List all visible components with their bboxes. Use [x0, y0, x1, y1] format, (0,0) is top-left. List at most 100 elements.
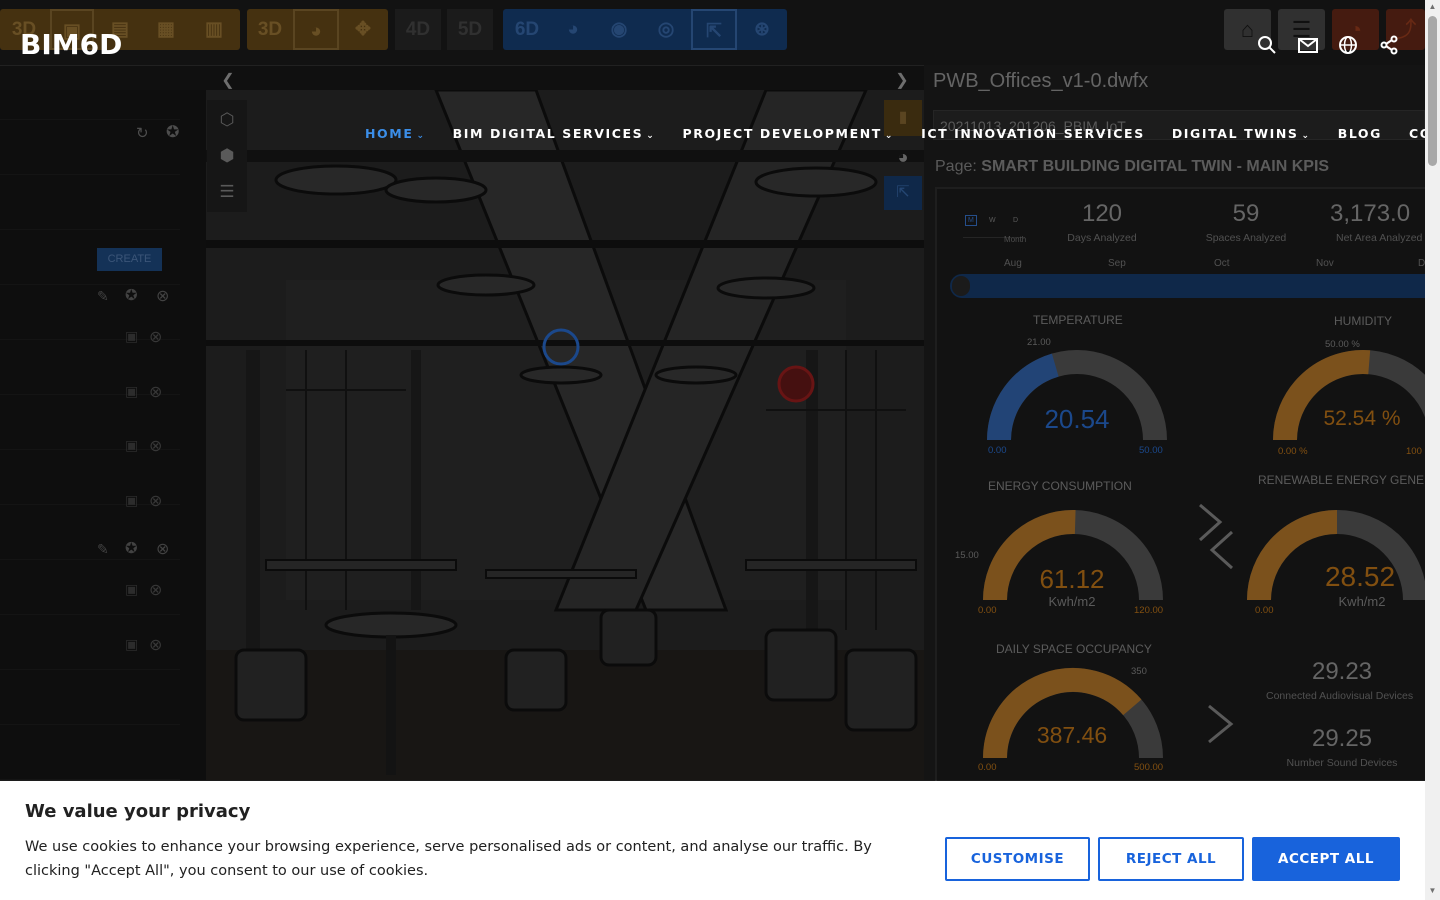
remove-icon[interactable]: ⊗ — [149, 580, 162, 600]
toolbar-sensor-icon[interactable]: ⊛ — [739, 9, 785, 50]
page-name: SMART BUILDING DIGITAL TWIN - MAIN KPIS — [981, 158, 1330, 175]
nav-home[interactable]: HOME ⌄ — [365, 126, 426, 141]
page-prefix: Page: — [935, 158, 977, 175]
toolbar-5d-button[interactable]: 5D — [447, 9, 493, 50]
humidity-max: 100 — [1406, 446, 1422, 457]
pie-chart-icon[interactable]: ◕ — [884, 140, 922, 174]
remove-icon[interactable]: ⊗ — [149, 635, 162, 655]
month-label: Nov — [1316, 258, 1334, 269]
cookie-title: We value your privacy — [25, 801, 251, 822]
energy-max: 120.00 — [1134, 605, 1164, 616]
mail-icon[interactable] — [1298, 35, 1318, 55]
globe-icon[interactable] — [1338, 35, 1358, 55]
cubes-icon[interactable]: ⬢ — [215, 144, 239, 168]
period-m[interactable]: M — [965, 215, 977, 226]
save-icon[interactable]: ▣ — [125, 437, 138, 454]
scroll-up-icon[interactable]: ▲ — [1428, 2, 1437, 11]
cube-icon[interactable]: ⬡ — [215, 108, 239, 132]
gauges-layer — [983, 350, 1425, 759]
page-scrollbar[interactable]: ▲ ▼ — [1425, 0, 1440, 900]
toolbar-move-icon[interactable]: ✥ — [341, 9, 385, 50]
collapse-left-icon[interactable]: ❮ — [217, 70, 239, 92]
gauge-title-occupancy: DAILY SPACE OCCUPANCY — [996, 642, 1152, 656]
occupancy-marker: 350 — [1131, 666, 1147, 677]
remove-icon[interactable]: ⊗ — [149, 436, 162, 456]
remove-icon[interactable]: ⊗ — [149, 491, 162, 511]
remove-icon[interactable]: ⊗ — [156, 539, 169, 559]
save-icon[interactable]: ▣ — [125, 383, 138, 400]
toolbar-chart-icon[interactable]: ◕ — [551, 9, 595, 50]
save-icon[interactable]: ▣ — [125, 581, 138, 598]
list-icon[interactable]: ☰ — [215, 180, 239, 204]
chevron-right-icon — [1208, 704, 1234, 744]
nav-project-development[interactable]: PROJECT DEVELOPMENT ⌄ — [682, 126, 894, 141]
gauge-title-humidity: HUMIDITY — [1334, 314, 1392, 328]
save-icon[interactable]: ▣ — [125, 328, 138, 345]
toolbar-eye-icon[interactable]: ◎ — [643, 9, 689, 50]
viewport-tools: ⬡ ⬢ ☰ — [207, 100, 247, 212]
toolbar-6d-button[interactable]: 6D — [505, 9, 549, 50]
nav-label: DIGITAL TWINS — [1171, 126, 1299, 141]
external-link-button[interactable]: ⇱ — [884, 176, 922, 210]
customise-button[interactable]: CUSTOMISE — [945, 837, 1090, 881]
toolbar-pie-icon[interactable]: ◕ — [293, 9, 339, 50]
audiovisual-devices-value: 29.23 — [1311, 658, 1373, 685]
toolbar-target-icon[interactable]: ◉ — [597, 9, 641, 50]
humidity-value: 52.54 % — [1323, 407, 1401, 430]
period-w[interactable]: W — [989, 217, 996, 224]
gauge-title-temperature: TEMPERATURE — [1033, 313, 1123, 327]
nav-bim-digital-services[interactable]: BIM DIGITAL SERVICES ⌄ — [453, 126, 656, 141]
remove-icon[interactable]: ⊗ — [149, 382, 162, 402]
edit-icon[interactable]: ✎ — [97, 288, 109, 305]
main-nav: HOME ⌄ BIM DIGITAL SERVICES ⌄ PROJECT DEVE… — [365, 126, 1440, 141]
nav-blog[interactable]: BLOG — [1338, 126, 1382, 141]
kpi-days-value: 120 — [1081, 200, 1123, 227]
kpi-days-label: Days Analyzed — [1067, 232, 1137, 244]
create-button[interactable]: CREATE — [97, 248, 162, 271]
left-panel-grid — [0, 90, 180, 780]
temperature-max: 50.00 — [1139, 445, 1163, 456]
temperature-marker: 21.00 — [1027, 337, 1051, 348]
site-logo[interactable]: BIM6D — [20, 28, 122, 61]
chevron-down-icon: ⌄ — [646, 131, 656, 141]
scrollbar-thumb[interactable] — [1428, 16, 1437, 166]
reject-all-button[interactable]: REJECT ALL — [1098, 837, 1244, 881]
month-label: Oct — [1214, 258, 1230, 269]
search-icon[interactable] — [1257, 35, 1277, 55]
toolbar-group-4: 6D ◕ ◉ ◎ ⇱ ⊛ — [503, 9, 787, 50]
accept-all-button[interactable]: ACCEPT ALL — [1252, 837, 1400, 881]
save-icon[interactable]: ▣ — [125, 492, 138, 509]
save-icon[interactable]: ▣ — [125, 636, 138, 653]
nav-label: PROJECT DEVELOPMENT — [682, 126, 882, 141]
occupancy-value: 387.46 — [1036, 722, 1108, 748]
period-sub: Month — [1004, 235, 1027, 244]
share-icon[interactable] — [1379, 35, 1399, 55]
nav-ict-innovation-services[interactable]: ICT INNOVATION SERVICES — [921, 126, 1145, 141]
remove-icon[interactable]: ⊗ — [149, 327, 162, 347]
collapse-right-icon[interactable]: ❯ — [891, 70, 913, 92]
toolbar-4d-button[interactable]: 4D — [395, 9, 441, 50]
audiovisual-devices-label: Connected Audiovisual Devices — [1266, 690, 1414, 702]
nav-digital-twins[interactable]: DIGITAL TWINS ⌄ — [1172, 126, 1311, 141]
renewable-min: 0.00 — [1255, 605, 1274, 616]
scroll-down-icon[interactable]: ▼ — [1428, 886, 1437, 895]
period-d[interactable]: D — [1013, 217, 1018, 224]
remove-icon[interactable]: ⊗ — [156, 286, 169, 306]
cookie-text: We use cookies to enhance your browsing … — [25, 839, 872, 879]
month-label: Aug — [1004, 258, 1022, 269]
temperature-min: 0.00 — [988, 445, 1007, 456]
timeline-slider[interactable] — [950, 274, 1425, 298]
edit-icon[interactable]: ✎ — [97, 541, 109, 558]
palette-icon[interactable]: ✪ — [125, 539, 138, 557]
toolbar-sheet-icon[interactable]: ▦ — [146, 9, 186, 50]
renewable-value: 28.52 — [1324, 561, 1396, 592]
toolbar-map-icon[interactable]: ▥ — [192, 9, 236, 50]
palette-icon[interactable]: ✪ — [125, 286, 138, 304]
chevron-down-icon: ⌄ — [884, 131, 895, 141]
rotate-icon[interactable]: ↻ — [136, 124, 149, 142]
toolbar-external-icon[interactable]: ⇱ — [691, 9, 737, 50]
palette-icon[interactable]: ✪ — [166, 122, 179, 142]
3d-viewport[interactable] — [206, 90, 924, 780]
timeline-handle[interactable] — [952, 276, 970, 296]
toolbar-3d-alt-button[interactable]: 3D — [249, 9, 291, 50]
